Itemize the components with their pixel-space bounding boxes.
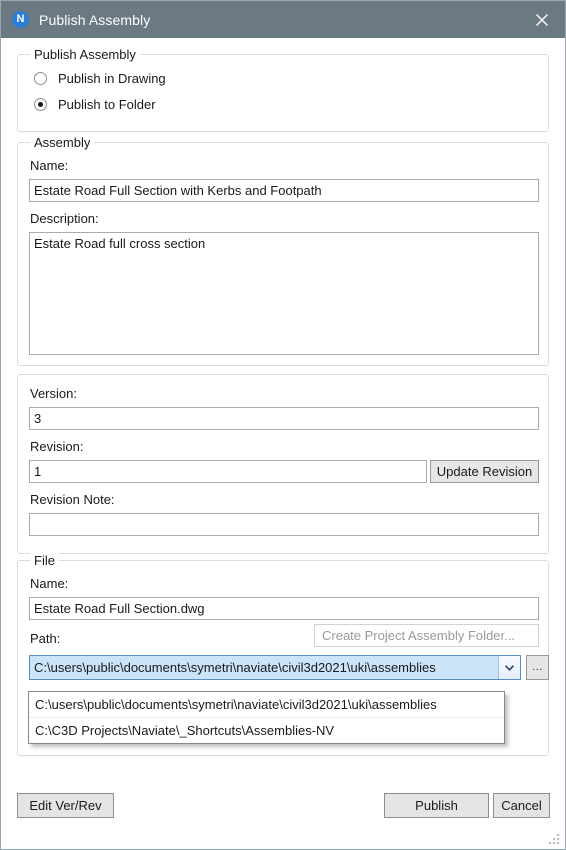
version-label: Version: [30,386,77,401]
revision-note-input[interactable] [29,513,539,536]
file-group-title: File [30,553,59,568]
cancel-button[interactable]: Cancel [493,793,550,818]
publish-button[interactable]: Publish [384,793,489,818]
file-path-label: Path: [30,631,61,646]
close-button[interactable] [519,1,565,38]
file-name-input[interactable]: Estate Road Full Section.dwg [29,597,539,620]
radio-publish-in-drawing[interactable]: Publish in Drawing [34,69,166,87]
publish-assembly-group: Publish Assembly Publish in Drawing Publ… [17,47,549,132]
revision-input[interactable]: 1 [29,460,427,483]
assembly-group-title: Assembly [30,135,95,150]
revision-label: Revision: [30,439,84,454]
path-combobox-value[interactable]: C:\users\public\documents\symetri\naviat… [30,656,498,679]
path-combobox-arrow[interactable] [498,656,520,679]
version-revision-group: Version: 3 Revision: 1 Update Revision R… [17,374,549,554]
create-project-assembly-folder-button[interactable]: Create Project Assembly Folder... [314,624,539,647]
publish-assembly-dialog: N Publish Assembly Publish Assembly Publ… [0,0,566,850]
assembly-group: Assembly Name: Estate Road Full Section … [17,135,549,366]
file-name-label: Name: [30,576,69,591]
close-icon [536,13,548,26]
assembly-name-input[interactable]: Estate Road Full Section with Kerbs and … [29,179,539,202]
title-bar: N Publish Assembly [1,1,565,38]
version-input[interactable]: 3 [29,407,539,430]
radio-publish-to-folder-indicator[interactable] [34,97,47,111]
window-title: Publish Assembly [39,11,151,28]
radio-publish-in-drawing-indicator[interactable] [34,71,47,85]
update-revision-button[interactable]: Update Revision [430,460,539,483]
edit-ver-rev-button[interactable]: Edit Ver/Rev [17,793,114,818]
radio-publish-in-drawing-label: Publish in Drawing [58,70,166,86]
path-dropdown-option-0[interactable]: C:\users\public\documents\symetri\naviat… [29,692,504,717]
assembly-description-input[interactable]: Estate Road full cross section [29,232,539,355]
chevron-down-icon [505,664,514,671]
dialog-content: Publish Assembly Publish in Drawing Publ… [1,38,565,849]
path-dropdown-option-1[interactable]: C:\C3D Projects\Naviate\_Shortcuts\Assem… [29,717,504,743]
naviate-app-icon: N [12,11,29,28]
assembly-description-label: Description: [30,211,99,226]
path-combobox[interactable]: C:\users\public\documents\symetri\naviat… [29,655,521,680]
browse-path-button[interactable]: ... [526,655,549,680]
radio-publish-to-folder-label: Publish to Folder [58,96,156,112]
path-dropdown-list[interactable]: C:\users\public\documents\symetri\naviat… [28,691,505,744]
revision-note-label: Revision Note: [30,492,115,507]
assembly-name-label: Name: [30,158,69,173]
resize-grip-icon[interactable] [548,833,561,846]
publish-assembly-group-title: Publish Assembly [30,47,140,62]
radio-publish-to-folder[interactable]: Publish to Folder [34,95,156,113]
